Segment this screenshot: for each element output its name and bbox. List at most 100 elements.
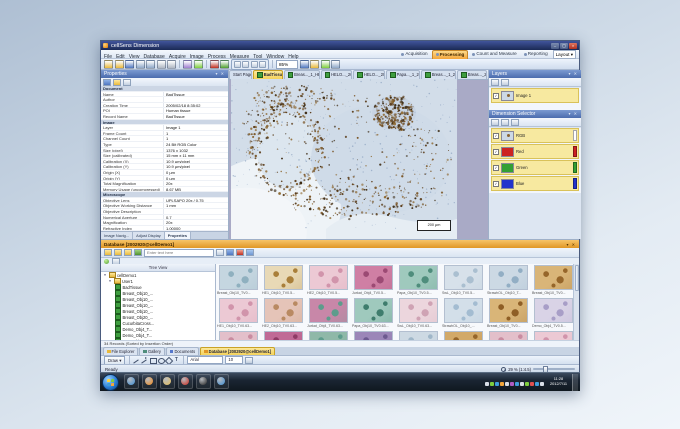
document-tab[interactable]: Breas..._1_HE0 bbox=[284, 70, 320, 79]
text-tool-icon[interactable]: T bbox=[173, 357, 179, 363]
panel-tab-imagenavig[interactable]: Image Navig... bbox=[101, 232, 133, 239]
polygon-tool-icon[interactable] bbox=[165, 357, 171, 363]
roi-icon[interactable] bbox=[210, 60, 219, 69]
new-record-icon[interactable] bbox=[104, 249, 112, 256]
zoom-in-icon[interactable] bbox=[183, 60, 192, 69]
print-icon[interactable] bbox=[136, 60, 145, 69]
database-search-input[interactable] bbox=[144, 249, 214, 257]
panel-tab-properties[interactable]: Properties bbox=[165, 232, 191, 239]
gallery-thumbnail-cell[interactable]: Papa_Obj10_TV0.63... bbox=[351, 297, 396, 330]
thumbnail-image[interactable] bbox=[264, 298, 303, 323]
cut-icon[interactable] bbox=[146, 60, 155, 69]
channel-checkbox[interactable]: ✓ bbox=[493, 165, 499, 171]
gallery-thumbnail-cell[interactable]: HE2_Obj10_TV0.5... bbox=[306, 264, 351, 297]
gallery-thumbnail-cell[interactable]: Breast_Obj10_TV0... bbox=[216, 264, 261, 297]
channel-icon[interactable] bbox=[491, 119, 499, 126]
start-button[interactable] bbox=[102, 374, 119, 391]
panel-pin-close-icons[interactable]: ▾ ✕ bbox=[216, 70, 225, 78]
split-view-icon[interactable] bbox=[501, 119, 509, 126]
tray-icon[interactable] bbox=[520, 382, 524, 386]
window-tab-database[interactable]: Database [2002920@cellDemo1] bbox=[200, 347, 275, 355]
gallery-thumbnail-cell[interactable]: Demo_Obj4_TV0.5... bbox=[531, 297, 574, 330]
window-tab-file[interactable]: File Explorer bbox=[103, 347, 138, 355]
thumbnail-image[interactable] bbox=[489, 298, 528, 323]
document-tab[interactable]: Start Page bbox=[229, 70, 252, 79]
window-tab-documents[interactable]: Documents bbox=[166, 347, 199, 355]
save-icon[interactable] bbox=[125, 60, 134, 69]
save-icon[interactable] bbox=[103, 79, 111, 86]
tray-icon[interactable] bbox=[485, 382, 489, 386]
gallery-thumbnail-cell[interactable]: HE2_Obj10_TV0.63... bbox=[261, 297, 306, 330]
taskbar-icon-explorer-folder[interactable] bbox=[160, 374, 175, 389]
pointer-tool-icon[interactable] bbox=[234, 61, 241, 68]
layer-visibility-checkbox[interactable]: ✓ bbox=[493, 93, 499, 99]
tray-icon[interactable] bbox=[525, 382, 529, 386]
document-tab[interactable]: Breas..._1_200 bbox=[421, 70, 456, 79]
refresh-icon[interactable] bbox=[123, 79, 131, 86]
gallery-scrollbar[interactable] bbox=[573, 264, 579, 341]
tray-icon[interactable] bbox=[490, 382, 494, 386]
gallery-thumbnail-cell[interactable]: Breast_Obj10_TV0... bbox=[486, 297, 531, 330]
line-tool-icon[interactable] bbox=[133, 357, 139, 363]
taskbar-icon-browser-globe[interactable] bbox=[214, 374, 229, 389]
panel-pin-close-icons[interactable]: ▾ ✕ bbox=[567, 242, 576, 247]
document-tab[interactable]: HELO..._200 bbox=[353, 70, 385, 79]
arrow-tool-icon[interactable] bbox=[141, 357, 147, 363]
gallery-thumbnail-cell[interactable]: HE1_Obj10_TV0.63... bbox=[216, 297, 261, 330]
thumbnail-image[interactable] bbox=[219, 298, 258, 323]
tray-icon[interactable] bbox=[505, 382, 509, 386]
document-tab[interactable]: HELO..._200 bbox=[321, 70, 353, 79]
channel-row-green[interactable]: ✓Green bbox=[491, 160, 579, 175]
zoom-slider[interactable] bbox=[533, 368, 575, 370]
select-rect-icon[interactable] bbox=[259, 61, 266, 68]
layout-select[interactable]: Layout ▾ bbox=[553, 50, 576, 59]
database-header[interactable]: Database [2002920@cellDemo1] ▾ ✕ bbox=[101, 240, 579, 248]
open-db-icon[interactable] bbox=[114, 249, 122, 256]
hand-tool-icon[interactable] bbox=[194, 60, 203, 69]
font-size-select[interactable]: 10 bbox=[225, 356, 243, 364]
panel-tab-adjustdisplay[interactable]: Adjust Display bbox=[133, 232, 165, 239]
tray-icon[interactable] bbox=[540, 382, 544, 386]
window-tab-gallery[interactable]: Gallery bbox=[139, 347, 164, 355]
process-icon[interactable] bbox=[220, 60, 229, 69]
taskbar-icon-ie-globe[interactable] bbox=[124, 374, 139, 389]
taskbar-icon-adobe-reader[interactable] bbox=[178, 374, 193, 389]
expander-icon[interactable]: ▾ bbox=[103, 273, 107, 277]
thumbnail-image[interactable] bbox=[309, 265, 348, 290]
grid-icon[interactable] bbox=[310, 60, 319, 69]
document-tab[interactable]: BadTissue bbox=[253, 70, 282, 79]
toolbar-zoom-combo[interactable]: 85% bbox=[276, 60, 298, 69]
workflow-tab-count-and-measure[interactable]: Count and Measure bbox=[469, 50, 519, 58]
thumbnail-image[interactable] bbox=[354, 298, 393, 323]
workflow-tab-acquisition[interactable]: Acquisition bbox=[398, 50, 430, 58]
overlay-icon[interactable] bbox=[300, 60, 309, 69]
workflow-tab-reporting[interactable]: Reporting bbox=[521, 50, 551, 58]
channel-row-red[interactable]: ✓Red bbox=[491, 144, 579, 159]
open-icon[interactable] bbox=[104, 60, 113, 69]
tray-icon[interactable] bbox=[530, 382, 534, 386]
view-mode-icon[interactable] bbox=[246, 249, 254, 256]
clear-filter-icon[interactable] bbox=[236, 249, 244, 256]
thumbnail-image[interactable] bbox=[219, 265, 258, 290]
thumbnail-image[interactable] bbox=[534, 298, 573, 323]
tray-icon[interactable] bbox=[535, 382, 539, 386]
viewer-canvas[interactable]: 200 µm bbox=[229, 79, 488, 239]
gallery-thumbnail-cell[interactable]: SwL_Obj10_TV0.63... bbox=[396, 297, 441, 330]
thumbnail-image[interactable] bbox=[399, 298, 438, 323]
gallery-thumbnail-cell[interactable]: SwL_Obj10_TV0.5... bbox=[441, 264, 486, 297]
layer-row-image1[interactable]: ✓ Image 1 bbox=[491, 88, 579, 103]
gallery-thumbnail-cell[interactable]: StrawhOL_Obj10_... bbox=[441, 297, 486, 330]
gallery-thumbnail-cell[interactable]: Breast_Obj10_TV0... bbox=[531, 264, 574, 297]
filter-icon[interactable] bbox=[226, 249, 234, 256]
channel-checkbox[interactable]: ✓ bbox=[493, 181, 499, 187]
eye-icon[interactable] bbox=[491, 79, 499, 86]
font-family-select[interactable]: Arial bbox=[187, 356, 223, 364]
insert-icon[interactable] bbox=[124, 249, 132, 256]
taskbar-icon-cellsens-flower[interactable] bbox=[142, 374, 157, 389]
tray-icon[interactable] bbox=[495, 382, 499, 386]
tray-icon[interactable] bbox=[500, 382, 504, 386]
document-tab[interactable]: Breas..._20 bbox=[457, 70, 487, 79]
text-color-icon[interactable] bbox=[245, 357, 253, 364]
pan-tool-icon[interactable] bbox=[251, 61, 258, 68]
thumbnail-image[interactable] bbox=[354, 265, 393, 290]
